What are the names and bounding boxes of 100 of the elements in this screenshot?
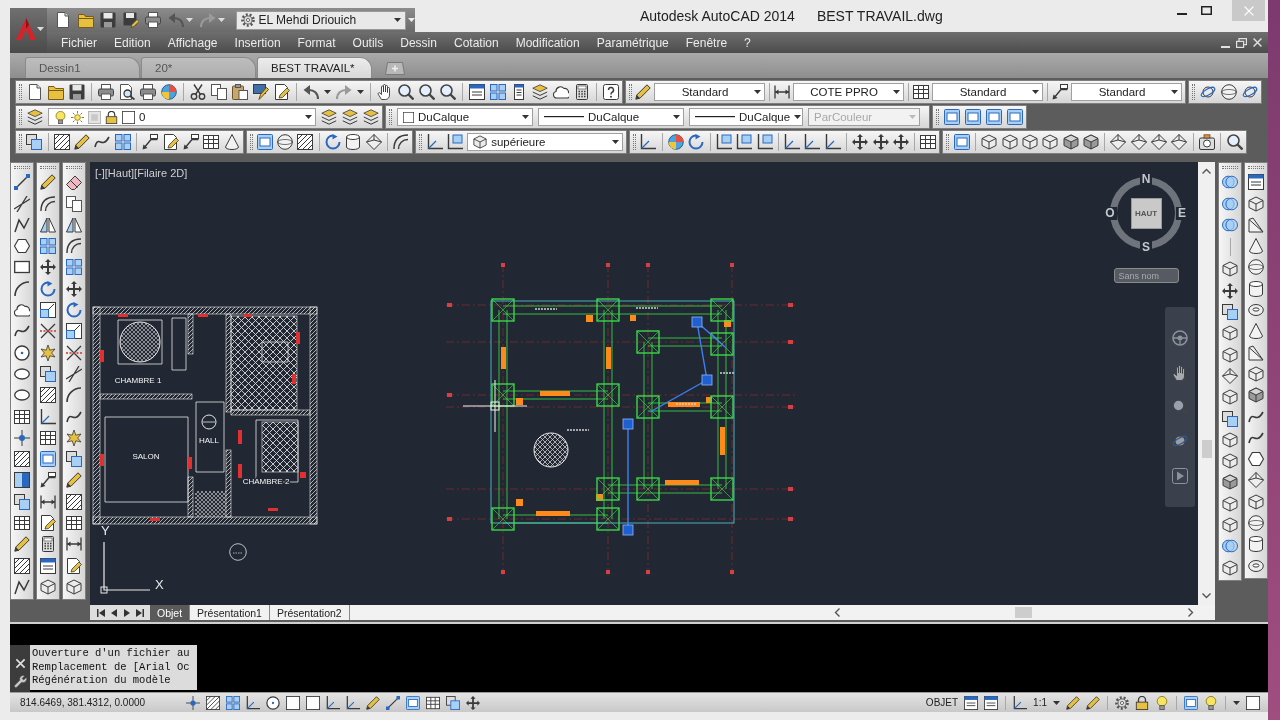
menu-item[interactable]: ? — [744, 35, 751, 50]
cube-icon[interactable] — [1222, 261, 1238, 278]
hexagon-icon[interactable] — [1248, 451, 1264, 468]
eraser-icon[interactable] — [66, 174, 82, 191]
sphere-icon[interactable] — [1221, 84, 1237, 100]
layer-dropdown[interactable]: 0 — [48, 108, 316, 126]
shaded-cube-icon[interactable] — [1222, 474, 1238, 491]
circle-icon[interactable] — [266, 695, 280, 710]
table-icon[interactable] — [426, 695, 440, 710]
diamond-cube-icon[interactable] — [365, 134, 382, 150]
axes-icon[interactable] — [640, 134, 657, 150]
cube-icon[interactable] — [1021, 134, 1038, 150]
light-bulb-icon[interactable] — [1204, 695, 1218, 710]
floppy-disk-pencil-icon[interactable] — [122, 12, 139, 28]
line-icon[interactable] — [386, 695, 400, 710]
paintbrush-icon[interactable] — [253, 84, 269, 100]
folder-icon[interactable] — [77, 12, 94, 28]
compass-direction[interactable]: O — [1103, 206, 1117, 220]
four-squares-icon[interactable] — [114, 134, 131, 150]
viewport-icon[interactable] — [944, 109, 960, 125]
menu-item[interactable]: Fenêtre — [685, 35, 728, 50]
camera-icon[interactable] — [1198, 134, 1215, 150]
shaded-cube-icon[interactable] — [1248, 387, 1264, 404]
lineweight-dropdown[interactable]: DuCalque — [689, 108, 803, 126]
caret-icon[interactable] — [1032, 90, 1039, 94]
crossed-lines-icon[interactable] — [40, 323, 56, 340]
nested-squares-icon[interactable] — [40, 302, 56, 319]
dimension-line-icon[interactable] — [40, 493, 56, 510]
four-way-arrows-icon[interactable] — [892, 134, 909, 150]
viewport-icon[interactable] — [965, 109, 981, 125]
circle-icon[interactable] — [14, 344, 30, 361]
diamond-cube-icon[interactable] — [1248, 472, 1264, 489]
square-swatch-icon[interactable] — [1246, 695, 1260, 710]
viewport-icon[interactable] — [1007, 109, 1023, 125]
folder-icon[interactable] — [48, 84, 64, 100]
grip-icon[interactable] — [946, 134, 950, 150]
overlapping-squares-icon[interactable] — [446, 695, 460, 710]
axes-icon[interactable] — [784, 134, 801, 150]
cube-icon[interactable] — [1222, 517, 1238, 534]
orbit-icon[interactable] — [1200, 84, 1216, 100]
burst-icon[interactable] — [66, 429, 82, 446]
leader-arrow-icon[interactable] — [1052, 84, 1068, 100]
hatched-square-icon[interactable] — [297, 134, 314, 150]
cube-icon[interactable] — [473, 135, 488, 149]
four-way-arrows-icon[interactable] — [66, 280, 82, 297]
undo-arrow-icon[interactable] — [303, 84, 319, 100]
window-panel-icon[interactable] — [964, 695, 979, 710]
axes-icon[interactable] — [346, 695, 360, 710]
grip-icon[interactable] — [14, 166, 30, 169]
leader-arrow-icon[interactable] — [40, 472, 56, 489]
grip-icon[interactable] — [66, 166, 82, 169]
cube-icon[interactable] — [1222, 389, 1238, 406]
four-way-arrows-icon[interactable] — [40, 259, 56, 276]
quartered-sphere-icon[interactable] — [161, 84, 177, 100]
hatched-square-icon[interactable] — [40, 387, 56, 404]
four-squares-icon[interactable] — [226, 695, 240, 710]
four-way-arrows-icon[interactable] — [466, 695, 480, 710]
offset-curves-icon[interactable] — [40, 195, 56, 212]
axes-icon[interactable] — [1013, 695, 1028, 710]
calculator-icon[interactable] — [40, 536, 56, 553]
caret-icon[interactable] — [305, 115, 312, 119]
sun-icon[interactable] — [71, 110, 84, 124]
layers-icon[interactable] — [532, 84, 548, 100]
curve-icon[interactable] — [94, 134, 111, 150]
calculator-icon[interactable] — [574, 84, 590, 100]
sphere-icon[interactable] — [1248, 259, 1264, 276]
ring-icon[interactable] — [1248, 557, 1264, 574]
pencil-page-icon[interactable] — [40, 515, 56, 532]
mirror-triangles-icon[interactable] — [66, 216, 82, 233]
overlapping-circles-icon[interactable] — [1222, 538, 1238, 555]
four-squares-icon[interactable] — [40, 238, 56, 255]
line-icon[interactable] — [14, 174, 30, 191]
hatched-square-icon[interactable] — [14, 557, 30, 574]
magnifier-icon[interactable] — [419, 84, 435, 100]
layers-icon[interactable] — [363, 109, 379, 125]
overlapping-squares-icon[interactable] — [26, 134, 43, 150]
pencil-page-icon[interactable] — [274, 84, 290, 100]
table-icon[interactable] — [14, 515, 30, 532]
layers-icon[interactable] — [321, 109, 337, 125]
pencil-page-icon[interactable] — [66, 557, 82, 574]
magnifier-icon[interactable] — [1226, 134, 1243, 150]
four-squares-icon[interactable] — [66, 259, 82, 276]
restore-icon[interactable] — [1236, 37, 1247, 48]
diamond-cube-icon[interactable] — [1171, 134, 1188, 150]
nested-squares-icon[interactable] — [66, 323, 82, 340]
wedge-icon[interactable] — [1248, 216, 1264, 233]
cube-icon[interactable] — [1222, 453, 1238, 470]
caret-icon[interactable] — [673, 115, 680, 119]
compass-direction[interactable]: N — [1139, 172, 1153, 186]
sphere-icon[interactable] — [1248, 515, 1264, 532]
cube-icon[interactable] — [1222, 431, 1238, 448]
view-dropdown[interactable]: supérieure — [467, 133, 624, 151]
caret-icon[interactable] — [1233, 700, 1240, 705]
vertical-scrollbar[interactable] — [1198, 162, 1215, 605]
wrench-icon[interactable] — [13, 675, 27, 688]
light-bulb-icon[interactable] — [1155, 695, 1169, 710]
table-icon[interactable] — [40, 429, 56, 446]
cloud-icon[interactable] — [14, 302, 30, 319]
cube-icon[interactable] — [981, 134, 998, 150]
menu-item[interactable]: Paramétrique — [596, 35, 669, 50]
